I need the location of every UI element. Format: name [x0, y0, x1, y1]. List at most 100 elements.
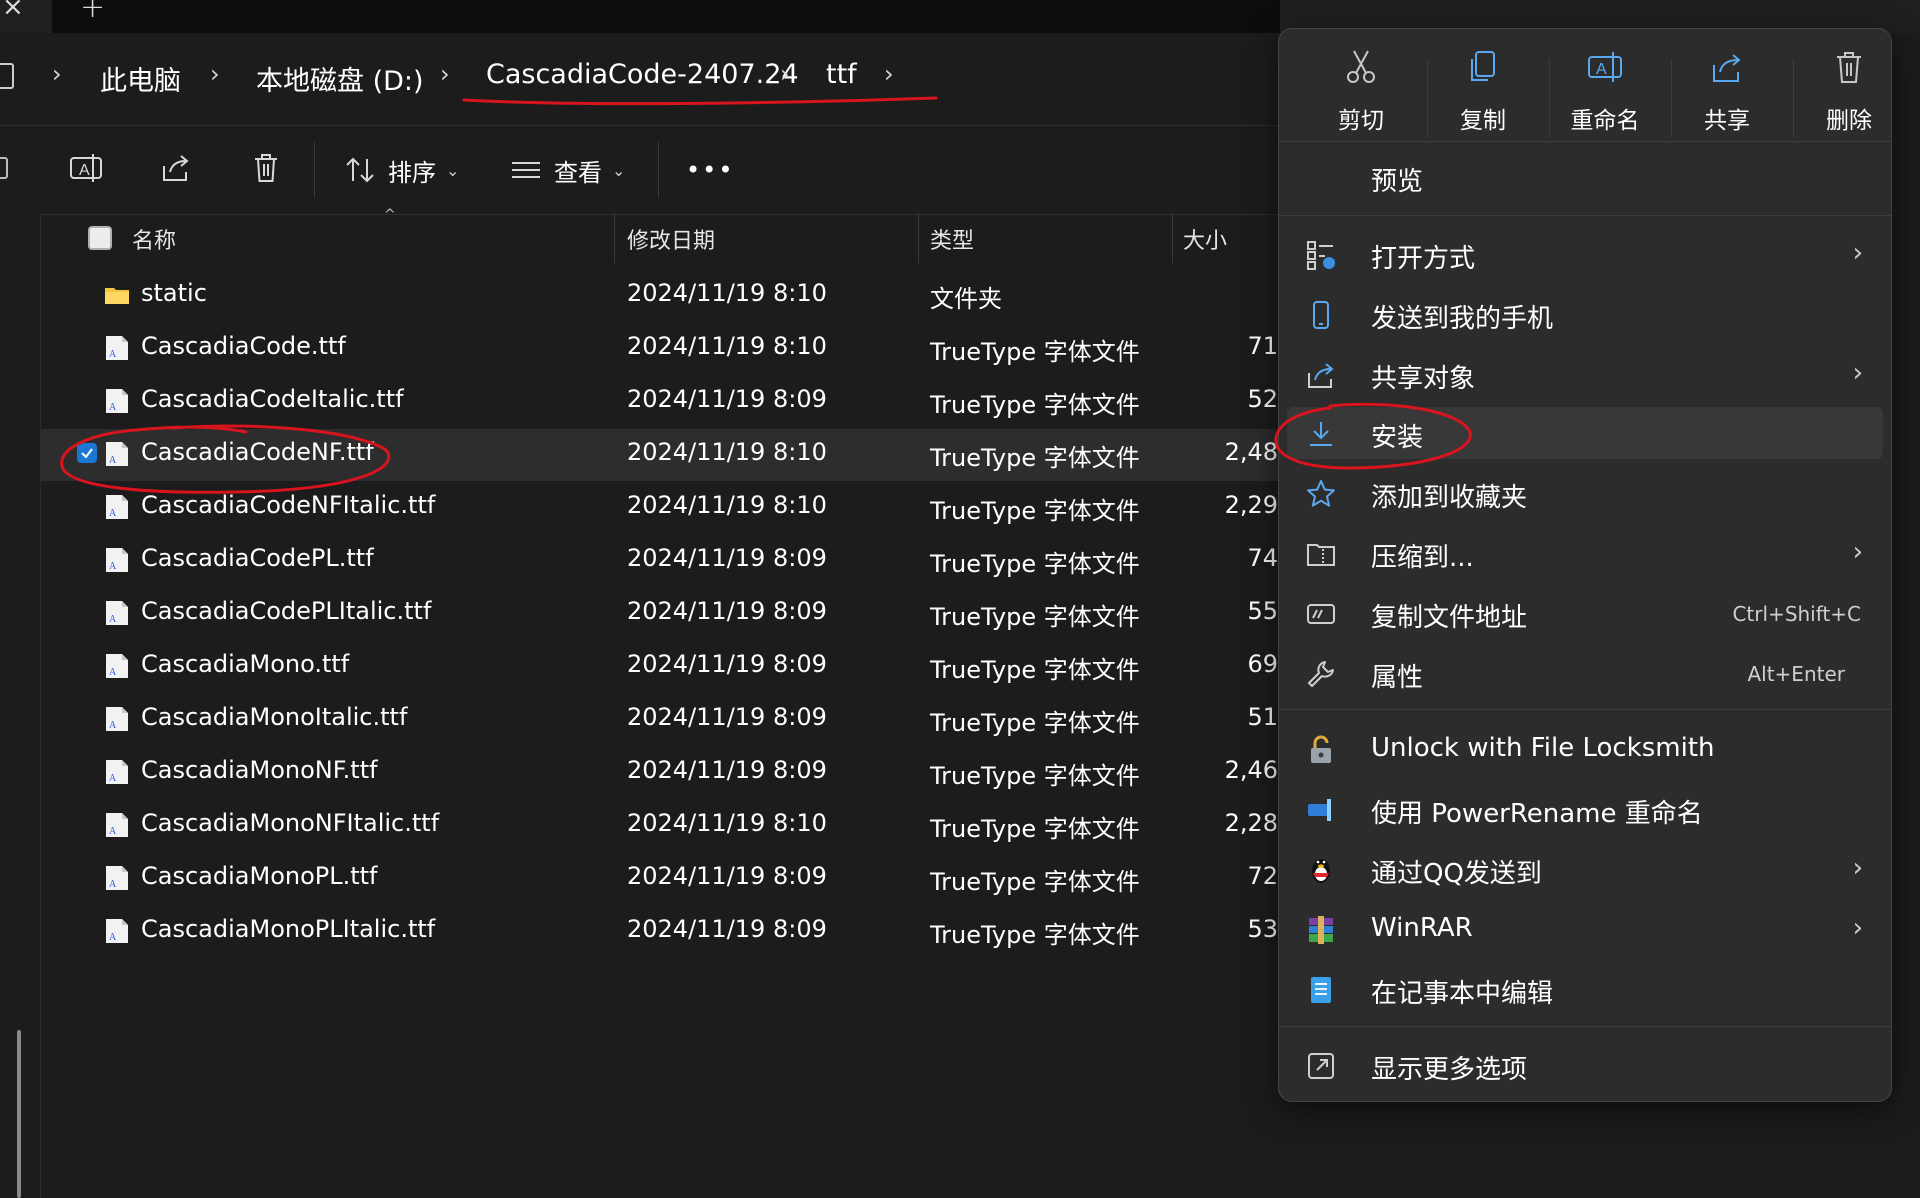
file-name: CascadiaMonoNFItalic.ttf: [141, 809, 440, 837]
file-date: 2024/11/19 8:09: [627, 544, 827, 572]
winrar-icon: [1309, 916, 1333, 944]
font-file-icon: A: [106, 760, 128, 784]
file-row[interactable]: A CascadiaMonoNFItalic.ttf 2024/11/19 8:…: [40, 800, 1280, 852]
file-row[interactable]: static 2024/11/19 8:10 文件夹: [40, 270, 1280, 322]
view-button[interactable]: 查看 ⌄: [510, 150, 625, 190]
rename-label: 重命名: [1570, 108, 1640, 134]
menu-item-label: 复制文件地址: [1371, 603, 1528, 633]
chevron-right-icon: ›: [1852, 853, 1863, 883]
scrollbar-thumb[interactable]: [17, 1030, 21, 1198]
file-size: 2,48: [1224, 438, 1278, 466]
file-row[interactable]: A CascadiaCodePLItalic.ttf 2024/11/19 8:…: [40, 588, 1280, 640]
shortcut-text: Ctrl+Shift+C: [1732, 602, 1861, 626]
file-row[interactable]: A CascadiaCodePL.ttf 2024/11/19 8:09 Tru…: [40, 535, 1280, 587]
breadcrumb-separator-icon[interactable]: ›: [440, 60, 450, 88]
breadcrumb-cascadiacode-folder[interactable]: CascadiaCode-2407.24: [486, 59, 799, 90]
menu-item-compress-to[interactable]: 压缩到... ›: [1287, 527, 1883, 579]
file-type: TrueType 字体文件: [930, 391, 1140, 419]
file-row[interactable]: A CascadiaMonoPLItalic.ttf 2024/11/19 8:…: [40, 906, 1280, 958]
column-divider[interactable]: [614, 213, 615, 263]
file-name: CascadiaCodeItalic.ttf: [141, 385, 404, 413]
menu-item-label: Unlock with File Locksmith: [1371, 733, 1715, 763]
file-name: static: [141, 279, 207, 307]
font-file-icon: A: [106, 601, 128, 625]
menu-item-share-with[interactable]: 共享对象 ›: [1287, 348, 1883, 400]
file-row[interactable]: A CascadiaCode.ttf 2024/11/19 8:10 TrueT…: [40, 323, 1280, 375]
more-options-button[interactable]: •••: [686, 150, 734, 190]
install-download-icon: [1310, 422, 1332, 446]
file-row[interactable]: A CascadiaCodeItalic.ttf 2024/11/19 8:09…: [40, 376, 1280, 428]
partial-icon[interactable]: [0, 150, 24, 186]
column-header-date[interactable]: 修改日期: [627, 223, 715, 255]
file-type: TrueType 字体文件: [930, 921, 1140, 949]
menu-item-copy-path[interactable]: 复制文件地址 Ctrl+Shift+C: [1287, 587, 1883, 639]
svg-text:A: A: [109, 561, 117, 572]
menu-item-open-with[interactable]: 打开方式 ›: [1287, 228, 1883, 280]
menu-item-send-to-phone[interactable]: 发送到我的手机: [1287, 288, 1883, 340]
rename-icon[interactable]: A: [68, 150, 104, 186]
file-date: 2024/11/19 8:10: [627, 279, 827, 307]
file-name: CascadiaMonoItalic.ttf: [141, 703, 408, 731]
menu-item-label: 使用 PowerRename 重命名: [1371, 799, 1703, 829]
menu-item-file-locksmith[interactable]: Unlock with File Locksmith: [1287, 723, 1883, 775]
column-header-type[interactable]: 类型: [930, 223, 974, 255]
menu-item-install[interactable]: 安装: [1287, 407, 1883, 459]
more-options-icon: [1308, 1053, 1334, 1079]
breadcrumb-separator-icon[interactable]: ›: [884, 60, 894, 88]
star-icon: [1307, 480, 1335, 507]
delete-icon[interactable]: [248, 150, 284, 186]
menu-item-preview[interactable]: 预览: [1287, 151, 1883, 203]
new-tab-icon[interactable]: +: [80, 0, 105, 25]
file-name: CascadiaCode.ttf: [141, 332, 346, 360]
file-row[interactable]: A CascadiaMonoNF.ttf 2024/11/19 8:09 Tru…: [40, 747, 1280, 799]
close-tab-icon[interactable]: ×: [2, 0, 24, 22]
breadcrumb-separator-icon[interactable]: ›: [210, 60, 220, 88]
file-size: 72: [1247, 862, 1278, 890]
toolbar-divider: [314, 142, 315, 198]
file-row-selected[interactable]: A CascadiaCodeNF.ttf 2024/11/19 8:10 Tru…: [40, 429, 1280, 481]
file-size: 51: [1247, 703, 1278, 731]
font-file-icon: A: [106, 495, 128, 519]
file-type: TrueType 字体文件: [930, 762, 1140, 790]
breadcrumb-this-pc[interactable]: 此电脑: [100, 59, 181, 98]
menu-item-label: 打开方式: [1371, 244, 1476, 274]
column-divider[interactable]: [1172, 213, 1173, 263]
file-row[interactable]: A CascadiaMonoPL.ttf 2024/11/19 8:09 Tru…: [40, 853, 1280, 905]
chevron-right-icon: ›: [1852, 358, 1863, 388]
column-header-name[interactable]: 名称: [132, 223, 176, 255]
menu-item-winrar[interactable]: WinRAR ›: [1287, 903, 1883, 955]
file-date: 2024/11/19 8:09: [627, 915, 827, 943]
file-row[interactable]: A CascadiaCodeNFItalic.ttf 2024/11/19 8:…: [40, 482, 1280, 534]
row-checkbox-checked[interactable]: [77, 443, 97, 463]
file-name: CascadiaMonoPLItalic.ttf: [141, 915, 436, 943]
menu-item-show-more-options[interactable]: 显示更多选项: [1287, 1039, 1883, 1091]
svg-text:A: A: [1596, 61, 1607, 78]
column-header-size[interactable]: 大小: [1183, 223, 1227, 255]
explorer-tab[interactable]: [52, 0, 1280, 33]
menu-item-edit-in-notepad[interactable]: 在记事本中编辑: [1287, 963, 1883, 1015]
file-row[interactable]: A CascadiaMonoItalic.ttf 2024/11/19 8:09…: [40, 694, 1280, 746]
share-icon[interactable]: [158, 150, 194, 186]
breadcrumb-separator-icon[interactable]: ›: [52, 60, 62, 88]
delete-label: 删除: [1826, 108, 1872, 134]
breadcrumb-drive-d[interactable]: 本地磁盘 (D:): [256, 59, 424, 98]
menu-item-send-via-qq[interactable]: 通过QQ发送到 ›: [1287, 843, 1883, 895]
font-file-icon: A: [106, 548, 128, 572]
sort-ascending-icon: ^: [384, 207, 396, 223]
breadcrumb-separator-icon[interactable]: ›: [780, 60, 790, 88]
menu-item-properties[interactable]: 属性 Alt+Enter: [1287, 647, 1883, 699]
this-pc-icon[interactable]: [0, 63, 14, 89]
shortcut-text: Alt+Enter: [1747, 662, 1845, 686]
sort-button[interactable]: 排序 ⌄: [344, 150, 459, 190]
sort-icon: [346, 157, 374, 183]
copy-label: 复制: [1460, 108, 1506, 134]
chevron-down-icon: ⌄: [612, 160, 626, 180]
select-all-checkbox[interactable]: [88, 226, 112, 250]
menu-item-label: 共享对象: [1371, 364, 1476, 394]
menu-item-powerrename[interactable]: 使用 PowerRename 重命名: [1287, 783, 1883, 835]
file-row[interactable]: A CascadiaMono.ttf 2024/11/19 8:09 TrueT…: [40, 641, 1280, 693]
powerrename-icon: [1308, 799, 1331, 821]
column-divider[interactable]: [918, 213, 919, 263]
menu-item-add-to-favorites[interactable]: 添加到收藏夹: [1287, 467, 1883, 519]
breadcrumb-ttf-folder[interactable]: ttf: [826, 59, 857, 90]
